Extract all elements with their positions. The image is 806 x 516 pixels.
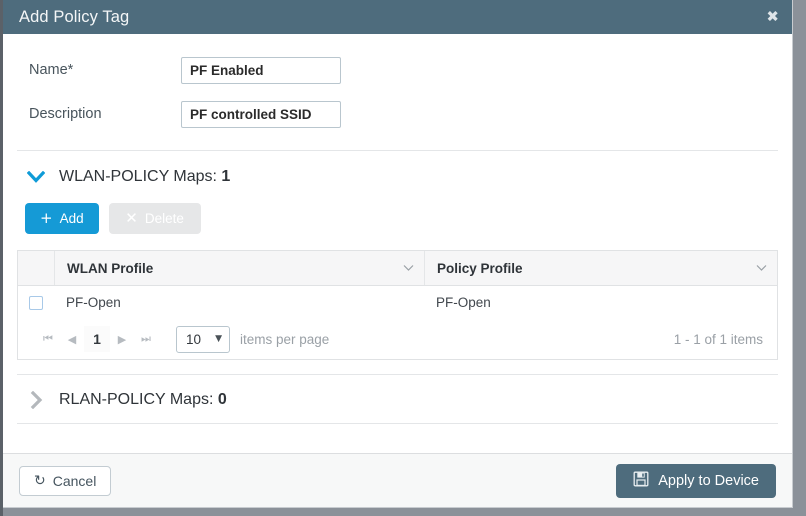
chevron-right-icon[interactable] bbox=[25, 391, 47, 409]
chevron-down-icon[interactable] bbox=[403, 265, 414, 272]
rlan-policy-section-label: RLAN-POLICY Maps: bbox=[59, 391, 218, 408]
dialog-footer: ↻ Cancel Apply to Device bbox=[3, 453, 792, 507]
undo-icon: ↻ bbox=[34, 474, 46, 488]
prev-page-icon[interactable]: ◀ bbox=[60, 327, 84, 351]
table-pagination: ⏮ ◀ 1 ▶ ⏭ 10 ▼ items per page 1 - 1 of 1… bbox=[18, 319, 777, 359]
rlan-policy-map-count: 0 bbox=[218, 391, 227, 408]
page-number-1[interactable]: 1 bbox=[84, 326, 110, 352]
delete-button[interactable]: ✕ Delete bbox=[109, 203, 201, 234]
wlan-policy-section-header[interactable]: WLAN-POLICY Maps: 1 bbox=[3, 151, 792, 185]
wlan-policy-map-table: WLAN Profile Policy Profile bbox=[17, 250, 778, 360]
chevron-down-icon[interactable] bbox=[756, 265, 767, 272]
cell-wlan-profile: PF-Open bbox=[54, 295, 424, 310]
table-header-row: WLAN Profile Policy Profile bbox=[18, 251, 777, 286]
table-row[interactable]: PF-Open PF-Open bbox=[18, 286, 777, 319]
save-floppy-icon bbox=[633, 471, 649, 491]
cancel-button[interactable]: ↻ Cancel bbox=[19, 466, 111, 496]
dialog-body: Name* Description WLAN-POLICY Maps: 1 + … bbox=[3, 34, 792, 453]
chevron-down-icon: ▼ bbox=[215, 334, 222, 344]
column-header-policy-profile[interactable]: Policy Profile bbox=[425, 251, 777, 285]
rlan-section-divider bbox=[17, 423, 778, 424]
row-checkbox[interactable] bbox=[29, 296, 43, 310]
form-area: Name* Description bbox=[3, 34, 792, 144]
wlan-policy-section-title: WLAN-POLICY Maps: 1 bbox=[59, 168, 230, 186]
cancel-button-label: Cancel bbox=[53, 473, 97, 489]
apply-to-device-button[interactable]: Apply to Device bbox=[616, 464, 776, 498]
description-input[interactable] bbox=[181, 101, 341, 128]
dialog-title: Add Policy Tag bbox=[19, 9, 129, 26]
page-size-select[interactable]: 10 ▼ bbox=[176, 326, 230, 353]
close-icon[interactable]: ✖ bbox=[766, 10, 779, 25]
plus-icon: + bbox=[40, 211, 53, 226]
column-header-policy-profile-label: Policy Profile bbox=[437, 261, 523, 276]
last-page-icon[interactable]: ⏭ bbox=[134, 327, 158, 351]
table-action-buttons: + Add ✕ Delete bbox=[3, 185, 792, 234]
items-per-page-label: items per page bbox=[240, 332, 329, 347]
rlan-policy-section-header[interactable]: RLAN-POLICY Maps: 0 bbox=[3, 375, 792, 409]
rlan-policy-section-title: RLAN-POLICY Maps: 0 bbox=[59, 391, 227, 409]
delete-button-label: Delete bbox=[145, 211, 184, 226]
select-all-column-header bbox=[18, 251, 55, 285]
name-label: Name* bbox=[29, 62, 181, 78]
wlan-policy-section-label: WLAN-POLICY Maps: bbox=[59, 168, 221, 185]
add-policy-tag-dialog: Add Policy Tag ✖ Name* Description WLAN-… bbox=[3, 0, 793, 508]
column-header-wlan-profile-label: WLAN Profile bbox=[67, 261, 153, 276]
page-size-value: 10 bbox=[186, 332, 201, 347]
name-input[interactable] bbox=[181, 57, 341, 84]
wlan-policy-map-count: 1 bbox=[221, 168, 230, 185]
next-page-icon[interactable]: ▶ bbox=[110, 327, 134, 351]
description-label: Description bbox=[29, 106, 181, 122]
pagination-range-label: 1 - 1 of 1 items bbox=[674, 332, 763, 347]
row-select-cell bbox=[18, 296, 54, 310]
description-row: Description bbox=[3, 92, 792, 136]
add-button-label: Add bbox=[60, 211, 84, 226]
first-page-icon[interactable]: ⏮ bbox=[36, 327, 60, 351]
cell-policy-profile: PF-Open bbox=[424, 295, 777, 310]
column-header-wlan-profile[interactable]: WLAN Profile bbox=[55, 251, 425, 285]
close-x-icon: ✕ bbox=[125, 211, 138, 226]
add-button[interactable]: + Add bbox=[25, 203, 99, 234]
apply-to-device-label: Apply to Device bbox=[658, 473, 759, 489]
dialog-header: Add Policy Tag ✖ bbox=[3, 0, 792, 34]
chevron-down-icon[interactable] bbox=[25, 171, 47, 183]
name-row: Name* bbox=[3, 48, 792, 92]
